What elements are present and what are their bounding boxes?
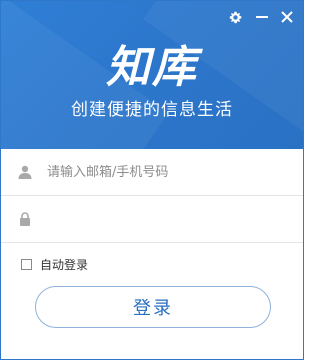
lock-icon — [18, 212, 32, 226]
minimize-icon — [256, 16, 268, 18]
minimize-button[interactable] — [254, 9, 270, 25]
login-button[interactable]: 登录 — [35, 286, 271, 328]
login-window: 知库 创建便捷的信息生活 自动登录 登录 — [0, 0, 304, 360]
auto-login-checkbox[interactable] — [21, 259, 32, 270]
app-slogan: 创建便捷的信息生活 — [71, 100, 233, 120]
user-icon — [18, 165, 32, 179]
close-icon — [281, 11, 293, 23]
auto-login-label: 自动登录 — [40, 258, 89, 272]
gear-icon — [229, 11, 241, 23]
username-field[interactable] — [1, 149, 303, 196]
password-input[interactable] — [47, 211, 277, 227]
password-field[interactable] — [1, 196, 303, 243]
app-logo: 知库 — [106, 42, 198, 93]
settings-button[interactable] — [227, 9, 243, 25]
auto-login-option[interactable]: 自动登录 — [21, 256, 88, 273]
close-button[interactable] — [279, 9, 295, 25]
username-input[interactable] — [47, 164, 277, 180]
header-banner: 知库 创建便捷的信息生活 — [1, 1, 303, 149]
